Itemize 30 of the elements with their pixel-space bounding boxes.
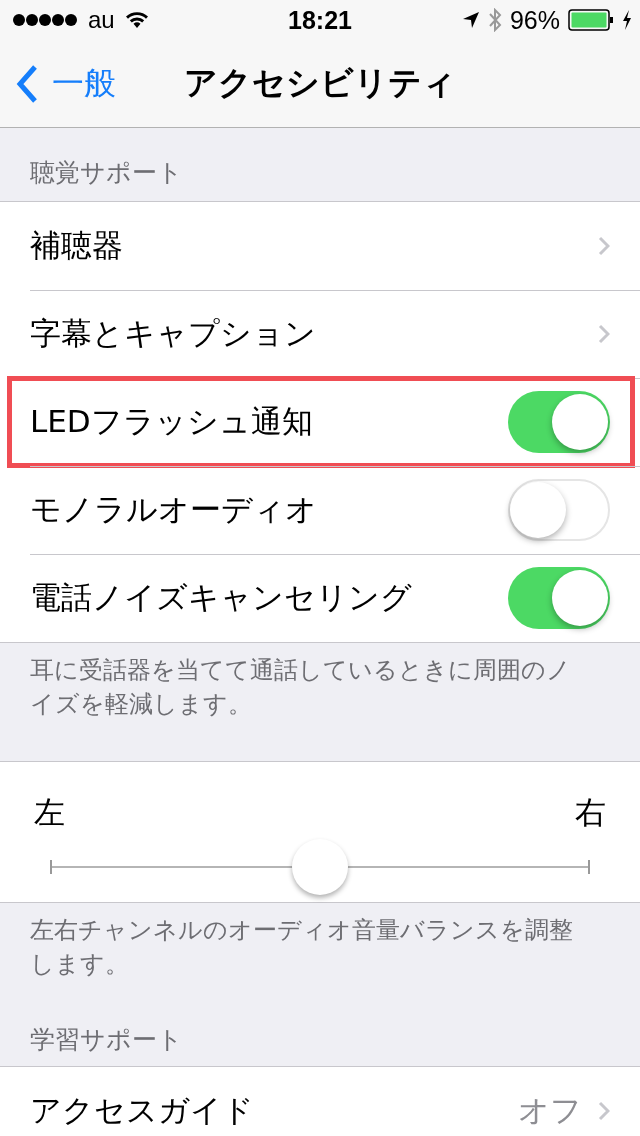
- toggle-switch[interactable]: [508, 479, 610, 541]
- bluetooth-icon: [487, 8, 502, 32]
- battery-percent: 96%: [509, 5, 560, 35]
- signal-icon: [12, 13, 78, 27]
- right-label: 右: [575, 793, 606, 832]
- toggle-switch[interactable]: [508, 391, 610, 453]
- status-time: 18:21: [288, 5, 352, 35]
- settings-row[interactable]: 補聴器: [0, 202, 640, 290]
- battery-icon: [568, 9, 614, 31]
- location-arrow-icon: [461, 11, 480, 29]
- toggle-switch[interactable]: [508, 567, 610, 629]
- chevron-icon: [598, 1101, 610, 1121]
- wifi-icon: [124, 11, 149, 29]
- charging-bolt-icon: [622, 10, 632, 30]
- back-button[interactable]: 一般: [0, 61, 116, 106]
- settings-row: 電話ノイズキャンセリング: [0, 554, 640, 642]
- carrier-name: au: [88, 6, 115, 34]
- section-footer: 左右チャンネルのオーディオ音量バランスを調整します。: [0, 903, 640, 983]
- settings-row[interactable]: アクセスガイド オフ: [0, 1067, 640, 1136]
- row-value: オフ: [518, 1091, 582, 1130]
- screen-title: アクセシビリティ: [184, 62, 456, 104]
- left-label: 左: [34, 793, 65, 832]
- chevron-icon: [598, 236, 610, 256]
- settings-row[interactable]: 字幕とキャプション: [0, 290, 640, 378]
- settings-row: モノラルオーディオ: [0, 466, 640, 554]
- settings-row: LEDフラッシュ通知: [0, 378, 640, 466]
- slider-thumb[interactable]: [292, 839, 348, 895]
- back-chevron-icon: [16, 63, 38, 104]
- chevron-icon: [598, 324, 610, 344]
- section-footer: 耳に受話器を当てて通話しているときに周囲のノイズを軽減します。: [0, 643, 640, 723]
